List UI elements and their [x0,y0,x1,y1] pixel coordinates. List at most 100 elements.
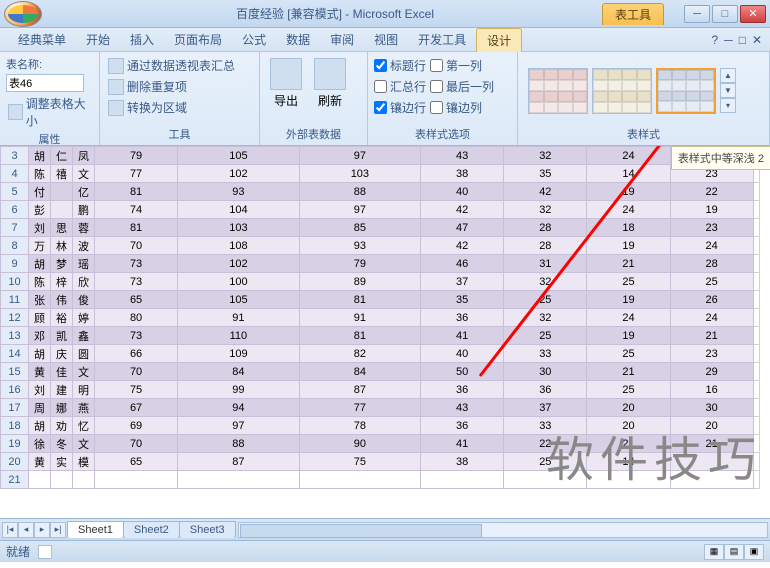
cell[interactable]: 43 [421,399,504,417]
sheet-tab-3[interactable]: Sheet3 [179,521,236,538]
cell[interactable]: 21 [587,255,670,273]
qat-save-icon[interactable] [50,5,68,23]
cell[interactable]: 文 [73,435,95,453]
cell[interactable] [73,471,95,489]
cell[interactable] [299,471,420,489]
table-row[interactable]: 11张伟俊651058135251926 [1,291,760,309]
cell[interactable]: 105 [178,147,299,165]
cell[interactable]: 35 [421,291,504,309]
cell[interactable]: 仁 [51,147,73,165]
row-header[interactable]: 14 [1,345,29,363]
cell[interactable] [51,183,73,201]
cell[interactable]: 伟 [51,291,73,309]
tab-insert[interactable]: 插入 [120,28,164,51]
cell[interactable]: 黄 [29,363,51,381]
tab-layout[interactable]: 页面布局 [164,28,232,51]
cell[interactable]: 胡 [29,147,51,165]
cell[interactable]: 40 [421,345,504,363]
tab-nav-next[interactable]: ▸ [34,522,50,538]
gallery-more-button[interactable]: ▾ [720,98,736,113]
cell[interactable]: 35 [504,165,587,183]
cell[interactable]: 14 [587,165,670,183]
cell[interactable]: 24 [670,237,753,255]
cell[interactable]: 瑶 [73,255,95,273]
cell[interactable]: 78 [299,417,420,435]
cell[interactable]: 97 [299,147,420,165]
cell[interactable]: 31 [504,255,587,273]
cell[interactable]: 林 [51,237,73,255]
cell[interactable]: 娜 [51,399,73,417]
cell[interactable]: 24 [670,309,753,327]
cell[interactable]: 30 [670,399,753,417]
gallery-down-button[interactable]: ▼ [720,83,736,98]
row-header[interactable]: 3 [1,147,29,165]
cell[interactable]: 90 [299,435,420,453]
cell[interactable]: 波 [73,237,95,255]
cell[interactable] [95,471,178,489]
cell[interactable]: 40 [421,183,504,201]
cell[interactable]: 26 [670,291,753,309]
cell[interactable]: 32 [504,201,587,219]
cell[interactable]: 俊 [73,291,95,309]
cell[interactable]: 84 [299,363,420,381]
cell[interactable]: 46 [421,255,504,273]
cell[interactable]: 23 [670,345,753,363]
cell[interactable]: 80 [95,309,178,327]
table-row[interactable]: 8万林波701089342281924 [1,237,760,255]
sheet-tab-1[interactable]: Sheet1 [67,521,124,538]
cell[interactable]: 付 [29,183,51,201]
cell[interactable]: 37 [421,273,504,291]
cell[interactable]: 38 [421,165,504,183]
cell[interactable]: 22 [670,183,753,201]
cell[interactable]: 实 [51,453,73,471]
cell[interactable]: 18 [587,219,670,237]
cell[interactable]: 33 [504,345,587,363]
cell[interactable]: 93 [299,237,420,255]
cell[interactable]: 圆 [73,345,95,363]
cell[interactable]: 67 [95,399,178,417]
cell[interactable]: 37 [504,399,587,417]
cell[interactable] [421,471,504,489]
mdi-minimize-icon[interactable]: ─ [724,33,733,47]
cell[interactable]: 81 [95,219,178,237]
cell[interactable]: 文 [73,363,95,381]
table-row[interactable]: 6彭鹏741049742322419 [1,201,760,219]
cell[interactable]: 97 [178,417,299,435]
cell[interactable]: 万 [29,237,51,255]
pivot-button[interactable]: 通过数据透视表汇总 [106,56,237,75]
cell[interactable]: 108 [178,237,299,255]
row-header[interactable]: 21 [1,471,29,489]
cell[interactable]: 103 [299,165,420,183]
cell[interactable]: 32 [504,309,587,327]
help-icon[interactable]: ? [711,33,718,47]
cell[interactable]: 梓 [51,273,73,291]
context-tab-table-tools[interactable]: 表工具 [602,3,664,25]
cell[interactable]: 彭 [29,201,51,219]
tab-design[interactable]: 设计 [476,28,522,52]
macro-icon[interactable] [38,545,52,559]
cell[interactable]: 25 [504,327,587,345]
cell[interactable]: 19 [587,183,670,201]
cell[interactable] [178,471,299,489]
cell[interactable]: 42 [504,183,587,201]
first-col-check[interactable]: 第一列 [430,56,494,75]
cell[interactable]: 25 [504,291,587,309]
minimize-button[interactable]: ─ [684,5,710,23]
cell[interactable]: 105 [178,291,299,309]
view-layout-button[interactable]: ▤ [724,544,744,560]
cell[interactable]: 75 [299,453,420,471]
remove-duplicates-button[interactable]: 删除重复项 [106,77,189,96]
cell[interactable]: 50 [421,363,504,381]
cell[interactable]: 25 [587,381,670,399]
cell[interactable]: 38 [421,453,504,471]
table-row[interactable]: 17周娜燕67947743372030 [1,399,760,417]
cell[interactable]: 94 [178,399,299,417]
maximize-button[interactable]: □ [712,5,738,23]
cell[interactable]: 97 [299,201,420,219]
cell[interactable]: 欣 [73,273,95,291]
row-header[interactable]: 6 [1,201,29,219]
cell[interactable]: 19 [670,201,753,219]
cell[interactable]: 胡 [29,345,51,363]
cell[interactable] [29,471,51,489]
cell[interactable]: 裕 [51,309,73,327]
